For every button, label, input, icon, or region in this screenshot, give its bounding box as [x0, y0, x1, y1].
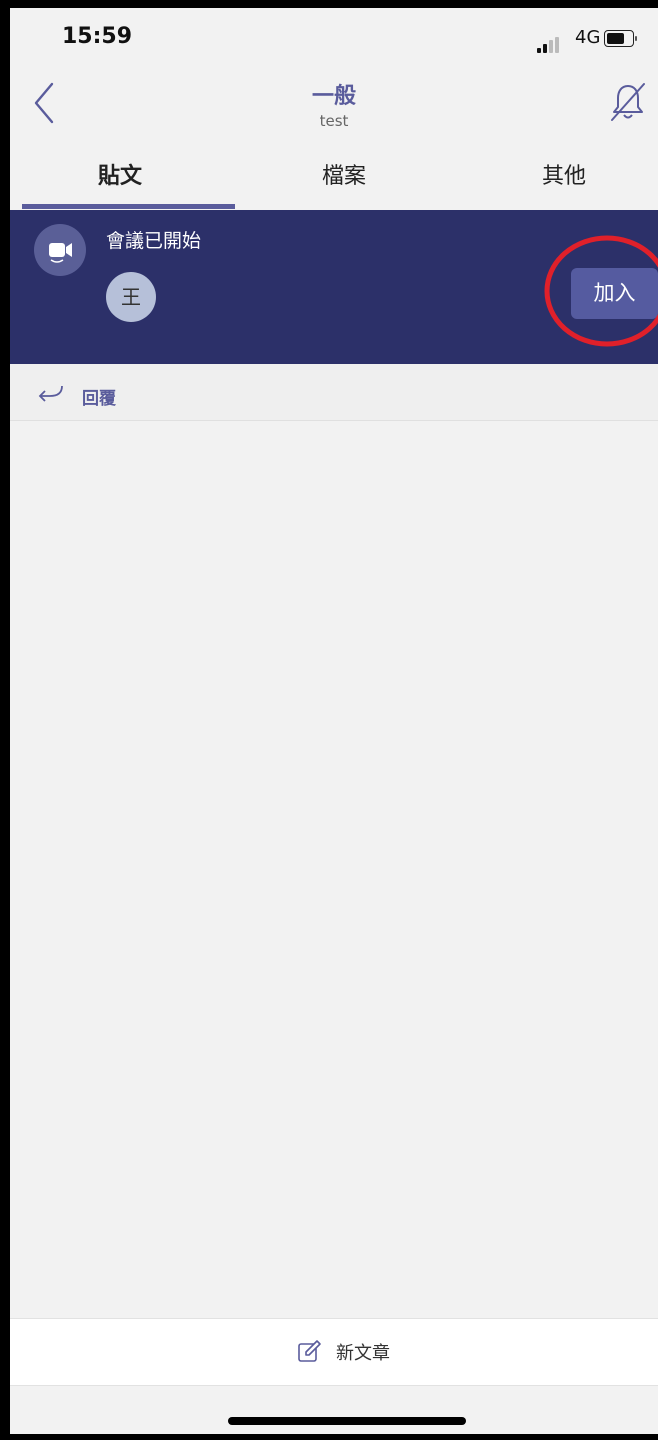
new-post-label: 新文章 [336, 1343, 390, 1364]
video-camera-icon [34, 224, 86, 276]
highlight-circle [544, 235, 658, 347]
tab-more[interactable]: 其他 [542, 158, 586, 190]
new-post-bar[interactable]: 新文章 [10, 1318, 658, 1386]
tab-files[interactable]: 檔案 [322, 158, 366, 190]
bell-off-icon [611, 83, 645, 121]
channel-header: 一般 test [10, 70, 658, 140]
home-indicator[interactable] [228, 1417, 466, 1425]
edit-icon [298, 1340, 321, 1362]
battery-icon [604, 30, 638, 47]
active-tab-indicator [22, 204, 235, 209]
screen-frame-top [0, 0, 658, 8]
status-time: 15:59 [62, 24, 133, 49]
tab-bar: 貼文 檔案 其他 [10, 140, 658, 210]
team-subtitle: test [319, 112, 349, 130]
status-bar: 15:59 4G [10, 8, 658, 70]
signal-icon [537, 37, 563, 53]
screen-frame-left [0, 0, 10, 1440]
reply-arrow-icon [38, 385, 63, 402]
reply-row[interactable]: 回覆 [10, 364, 658, 421]
meeting-started-card: 會議已開始 王 加入 [10, 210, 658, 364]
screen-frame-bottom [0, 1434, 658, 1440]
reply-label: 回覆 [82, 389, 116, 409]
network-label: 4G [575, 27, 601, 48]
notification-button[interactable] [608, 80, 648, 124]
tab-posts[interactable]: 貼文 [98, 158, 142, 190]
meeting-status-text: 會議已開始 [106, 230, 202, 252]
participant-avatar: 王 [106, 272, 156, 322]
channel-title: 一般 [311, 84, 356, 109]
